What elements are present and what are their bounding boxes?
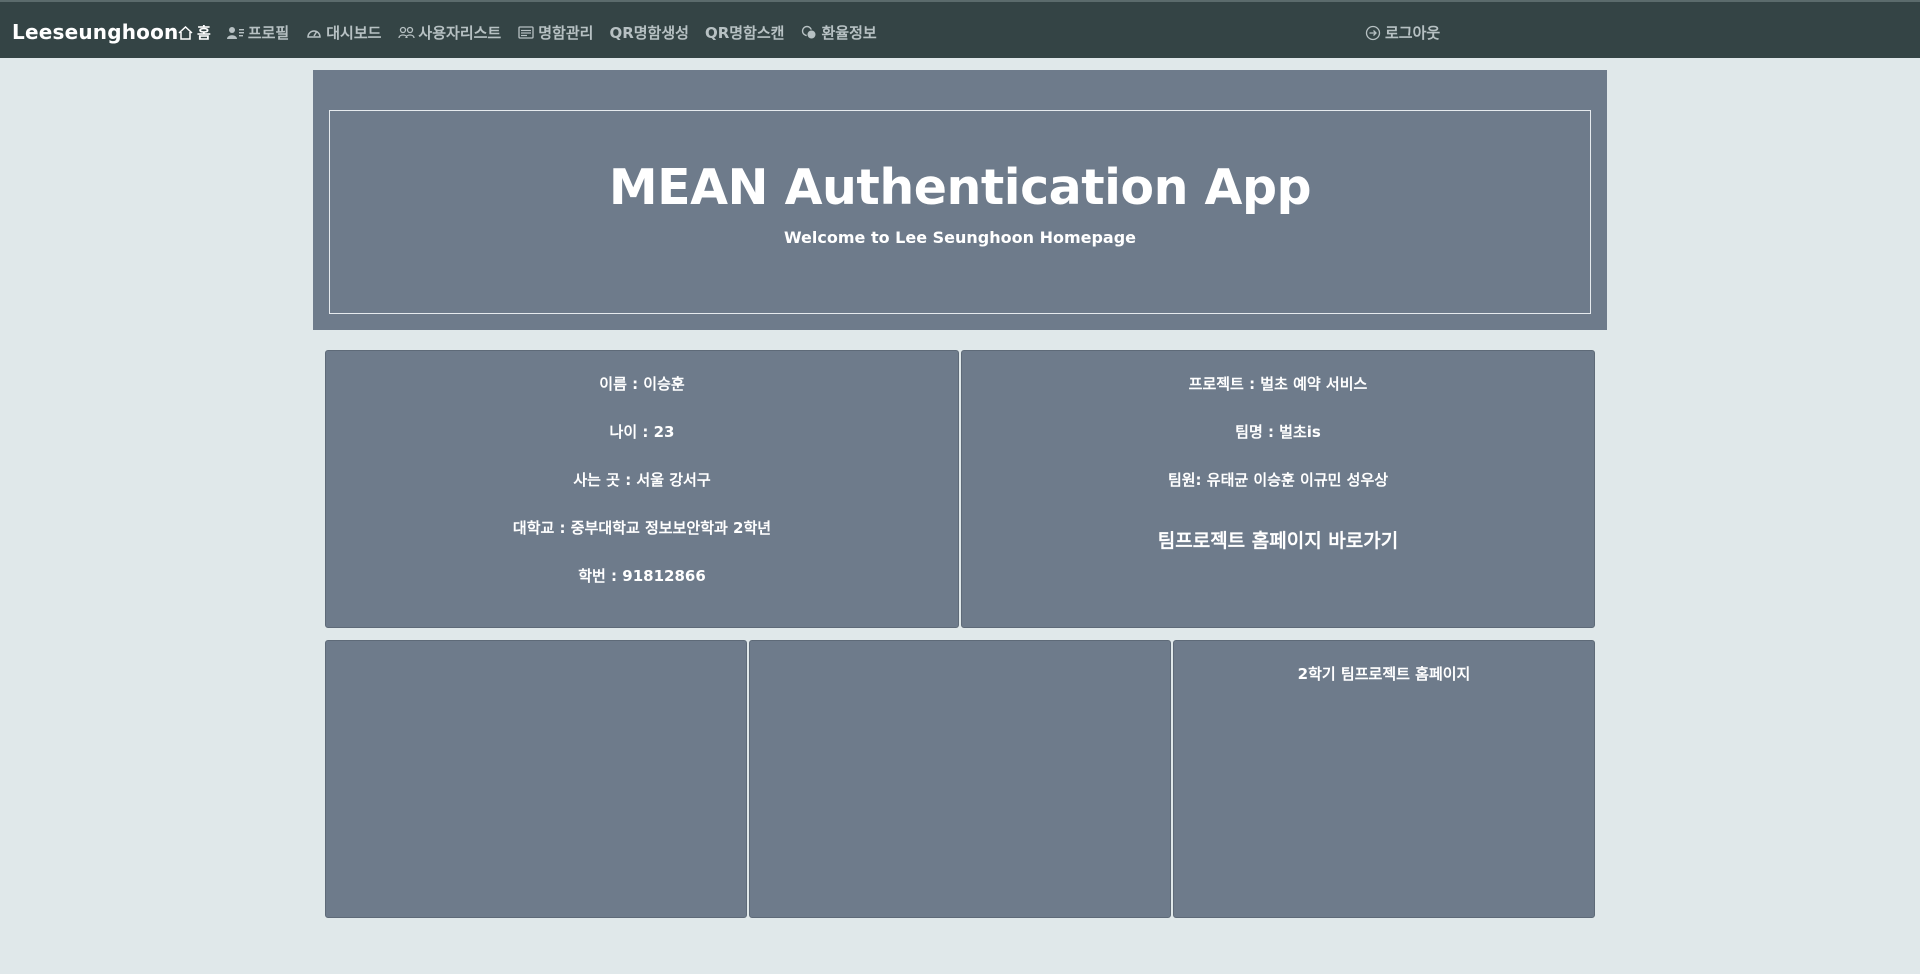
jumbotron: MEAN Authentication App Welcome to Lee S… [313,70,1607,330]
nav-item-qr-scan[interactable]: QR명함스캔 [705,22,785,43]
project-card: 프로젝트 : 벌초 예약 서비스 팀명 : 벌초is 팀원: 유태균 이승훈 이… [961,350,1595,628]
profile-name: 이름 : 이승훈 [599,375,685,393]
project-members: 팀원: 유태균 이승훈 이규민 성우상 [1167,471,1389,489]
profile-student-id: 학번 : 91812866 [578,567,706,585]
nav-item-label: 대시보드 [326,24,382,42]
team-project-homepage-link[interactable]: 팀프로젝트 홈페이지 바로가기 [962,526,1594,553]
logout-label: 로그아웃 [1385,24,1441,42]
nav-item-qr-create[interactable]: QR명함생성 [609,22,689,43]
nav-item-label: QR명함생성 [609,24,689,42]
nav-item-label: 명함관리 [538,24,594,42]
nav-item-profile[interactable]: 프로필 [226,22,290,43]
bottom-card-2 [749,640,1171,918]
nav-item-exchange[interactable]: 환율정보 [800,22,877,43]
profile-age: 나이 : 23 [609,423,675,441]
dashboard-icon [305,25,323,41]
nav-item-home[interactable]: 홈 [176,22,211,43]
nav-item-label: 환율정보 [821,24,877,42]
nav-item-label: 홈 [197,24,211,42]
bottom-card-1 [325,640,747,918]
page-title: MEAN Authentication App [608,159,1312,216]
nav-item-label: 프로필 [247,24,290,42]
nav-menu: 홈 프로필 대시보드 사용자리스트 명함관리 QR명함생성 QR명함스캔 환율정… [176,22,893,43]
profile-card: 이름 : 이승훈 나이 : 23 사는 곳 : 서울 강서구 대학교 : 중부대… [325,350,959,628]
logout-icon [1364,25,1382,41]
home-icon [176,25,194,41]
nav-item-cards[interactable]: 명함관리 [517,22,593,43]
profile-university: 대학교 : 중부대학교 정보보안학과 2학년 [512,519,772,537]
card-icon [517,25,535,41]
nav-item-userlist[interactable]: 사용자리스트 [397,22,501,43]
profile-address: 사는 곳 : 서울 강서구 [573,471,711,489]
bottom-card-3: 2학기 팀프로젝트 홈페이지 [1173,640,1595,918]
nav-item-label: 사용자리스트 [418,24,502,42]
project-team-name: 팀명 : 벌초is [1235,423,1321,441]
page-subtitle: Welcome to Lee Seunghoon Homepage [783,228,1137,247]
jumbotron-frame: MEAN Authentication App Welcome to Lee S… [329,110,1591,314]
brand-link[interactable]: Leeseunghoon [12,20,179,44]
second-semester-project-title: 2학기 팀프로젝트 홈페이지 [1297,665,1471,683]
top-navbar: Leeseunghoon 홈 프로필 대시보드 사용자리스트 명함관리 QR명함… [0,0,1920,58]
users-icon [397,25,415,41]
logout-button[interactable]: 로그아웃 [1364,22,1440,43]
user-icon [226,25,245,41]
nav-item-label: QR명함스캔 [704,24,785,42]
coins-icon [800,25,818,41]
nav-item-dashboard[interactable]: 대시보드 [305,22,381,43]
project-name: 프로젝트 : 벌초 예약 서비스 [1188,375,1368,393]
